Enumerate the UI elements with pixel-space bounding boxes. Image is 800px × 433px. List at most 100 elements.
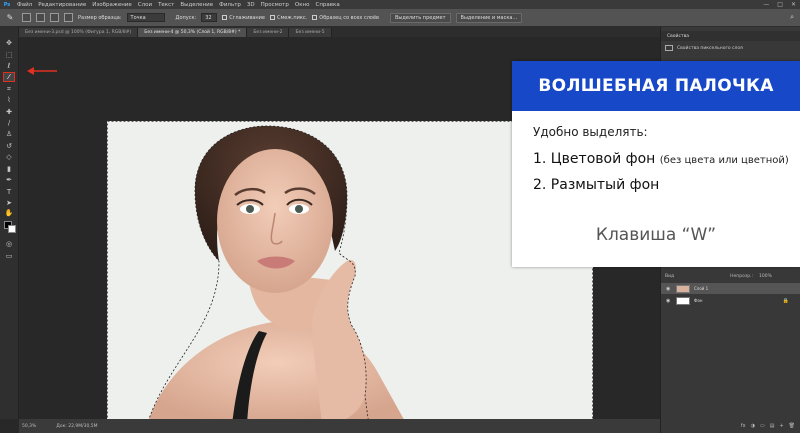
card-intro: Удобно выделять: xyxy=(533,125,648,139)
background-color-swatch[interactable] xyxy=(8,225,16,233)
menu-item-window[interactable]: Окно xyxy=(292,2,313,8)
crop-tool-icon[interactable]: ⌗ xyxy=(3,84,15,94)
layer-kind-filter[interactable]: Вид xyxy=(665,274,674,279)
history-brush-tool-icon[interactable]: ↺ xyxy=(3,141,15,151)
pen-tool-icon[interactable]: ✒ xyxy=(3,175,15,185)
quick-mask-icon[interactable]: ◎ xyxy=(3,239,15,249)
window-controls: — □ ✕ xyxy=(763,0,796,9)
tab-document-4[interactable]: Без имени-5 xyxy=(289,28,332,37)
gradient-tool-icon[interactable]: ▮ xyxy=(3,164,15,174)
menu-item-text[interactable]: Текст xyxy=(155,2,177,8)
tools-panel: ✥ ⬚ ℓ ⁄ ⌗ ⌇ ✚ ∕ ♙ ↺ ◇ ▮ ✒ T ➤ ✋ ◎ ▭ xyxy=(0,27,19,419)
sample-size-label: Размер образца: xyxy=(78,14,122,21)
all-layers-option[interactable]: Образец со всех слоёв xyxy=(312,14,379,21)
properties-row-label: Свойства пиксельного слоя xyxy=(677,45,743,51)
all-layers-label: Образец со всех слоёв xyxy=(319,14,379,21)
eyedropper-tool-icon[interactable]: ⌇ xyxy=(3,95,15,105)
antialias-label: Сглаживание xyxy=(229,14,265,21)
layer-mask-icon[interactable]: ▭ xyxy=(760,423,765,433)
menu-item-image[interactable]: Изображение xyxy=(89,2,135,8)
magic-wand-preset-icon[interactable]: ✎ xyxy=(3,12,17,24)
menu-item-3d[interactable]: 3D xyxy=(244,2,258,8)
close-button[interactable]: ✕ xyxy=(791,1,796,8)
contiguous-label: Смеж.пикс. xyxy=(276,14,308,21)
add-selection-icon[interactable] xyxy=(36,13,45,22)
photoshop-logo: Ps xyxy=(3,1,11,8)
tolerance-label: Допуск: xyxy=(175,14,197,21)
select-and-mask-button[interactable]: Выделение и маска... xyxy=(455,12,523,23)
layer-row-layer-1[interactable]: ◉ Слой 1 xyxy=(661,283,800,294)
new-selection-icon[interactable] xyxy=(22,13,31,22)
card-hotkey: Клавиша “W” xyxy=(595,225,717,245)
opacity-value[interactable]: 100% xyxy=(759,274,772,279)
menu-item-select[interactable]: Выделение xyxy=(177,2,216,8)
menu-item-edit[interactable]: Редактирование xyxy=(35,2,89,8)
contiguous-checkbox[interactable] xyxy=(269,14,275,20)
document-info: Док: 22,9M/30,5M xyxy=(56,423,98,429)
screen-mode-icon[interactable]: ▭ xyxy=(3,251,15,261)
layers-panel-footer: fx ◑ ▭ ▤ + 🗑 xyxy=(661,423,800,433)
all-layers-checkbox[interactable] xyxy=(312,14,318,20)
pixel-layer-icon xyxy=(665,45,673,51)
layer-row-background[interactable]: ◉ Фон 🔒 xyxy=(661,295,800,306)
layer-name: Фон xyxy=(694,298,703,303)
new-layer-icon[interactable]: + xyxy=(779,423,783,433)
delete-layer-icon[interactable]: 🗑 xyxy=(789,423,795,433)
antialias-option[interactable]: Сглаживание xyxy=(222,14,265,21)
type-tool-icon[interactable]: T xyxy=(3,187,15,197)
options-bar: ✎ Размер образца: Точка Допуск: 32 Сглаж… xyxy=(0,9,800,27)
tab-document-1[interactable]: Без имени-3.psd @ 100% (Фигура 1, RGB/8#… xyxy=(19,28,139,37)
clone-stamp-tool-icon[interactable]: ♙ xyxy=(3,129,15,139)
maximize-button[interactable]: □ xyxy=(777,1,783,8)
visibility-eye-icon[interactable]: ◉ xyxy=(666,298,672,304)
menu-item-file[interactable]: Файл xyxy=(14,2,35,8)
properties-row: Свойства пиксельного слоя xyxy=(665,45,743,51)
intersect-selection-icon[interactable] xyxy=(64,13,73,22)
minimize-button[interactable]: — xyxy=(763,1,769,8)
antialias-checkbox[interactable] xyxy=(222,14,228,20)
card-item-1: 1. Цветовой фон (без цвета или цветной) xyxy=(533,151,789,167)
tab-document-3[interactable]: Без имени-2 xyxy=(247,28,290,37)
visibility-eye-icon[interactable]: ◉ xyxy=(666,286,672,292)
menu-bar: Ps Файл Редактирование Изображение Слои … xyxy=(0,0,800,9)
opacity-label: Непрозр.: xyxy=(730,273,754,279)
tab-document-2[interactable]: Без имени-4 @ 50,3% (Слой 1, RGB/8#) * xyxy=(138,28,248,37)
menu-item-view[interactable]: Просмотр xyxy=(258,2,292,8)
card-item-1-main: 1. Цветовой фон xyxy=(533,151,656,167)
select-subject-button[interactable]: Выделить предмет xyxy=(390,12,451,23)
sample-size-select[interactable]: Точка xyxy=(126,13,165,22)
magic-wand-tool-icon[interactable]: ⁄ xyxy=(3,72,15,82)
move-tool-icon[interactable]: ✥ xyxy=(3,38,15,48)
menu-item-layers[interactable]: Слои xyxy=(135,2,155,8)
properties-panel-title[interactable]: Свойства xyxy=(661,31,800,41)
info-card: ВОЛШЕБНАЯ ПАЛОЧКА Удобно выделять: 1. Цв… xyxy=(512,61,800,267)
subtract-selection-icon[interactable] xyxy=(50,13,59,22)
lasso-tool-icon[interactable]: ℓ xyxy=(3,61,15,71)
search-icon[interactable]: ⌕ xyxy=(790,13,794,22)
path-selection-tool-icon[interactable]: ➤ xyxy=(3,198,15,208)
menu-item-filter[interactable]: Фильтр xyxy=(216,2,244,8)
adjustment-layer-icon[interactable]: ◑ xyxy=(751,423,755,433)
layer-name: Слой 1 xyxy=(694,286,709,291)
layer-group-icon[interactable]: ▤ xyxy=(770,423,775,433)
layer-thumbnail xyxy=(676,296,690,305)
layer-effects-icon[interactable]: fx xyxy=(741,423,746,433)
layer-thumbnail xyxy=(676,284,690,293)
arrow-annotation-icon xyxy=(27,67,57,75)
card-title: ВОЛШЕБНАЯ ПАЛОЧКА xyxy=(512,61,800,111)
contiguous-option[interactable]: Смеж.пикс. xyxy=(269,14,308,21)
tolerance-input[interactable]: 32 xyxy=(201,13,218,22)
menu-item-help[interactable]: Справка xyxy=(312,2,342,8)
zoom-level[interactable]: 50,3% xyxy=(22,424,36,429)
marquee-tool-icon[interactable]: ⬚ xyxy=(3,50,15,60)
hand-tool-icon[interactable]: ✋ xyxy=(3,208,15,218)
lock-icon: 🔒 xyxy=(782,297,789,304)
card-item-2: 2. Размытый фон xyxy=(533,177,660,193)
card-item-1-note: (без цвета или цветной) xyxy=(659,155,789,166)
healing-brush-tool-icon[interactable]: ✚ xyxy=(3,107,15,117)
layers-controls: Вид Непрозр.: 100% xyxy=(661,271,800,281)
document-tabs: Без имени-3.psd @ 100% (Фигура 1, RGB/8#… xyxy=(19,27,660,37)
brush-tool-icon[interactable]: ∕ xyxy=(3,118,15,128)
eraser-tool-icon[interactable]: ◇ xyxy=(3,152,15,162)
status-bar: 50,3% Док: 22,9M/30,5M xyxy=(19,419,660,433)
